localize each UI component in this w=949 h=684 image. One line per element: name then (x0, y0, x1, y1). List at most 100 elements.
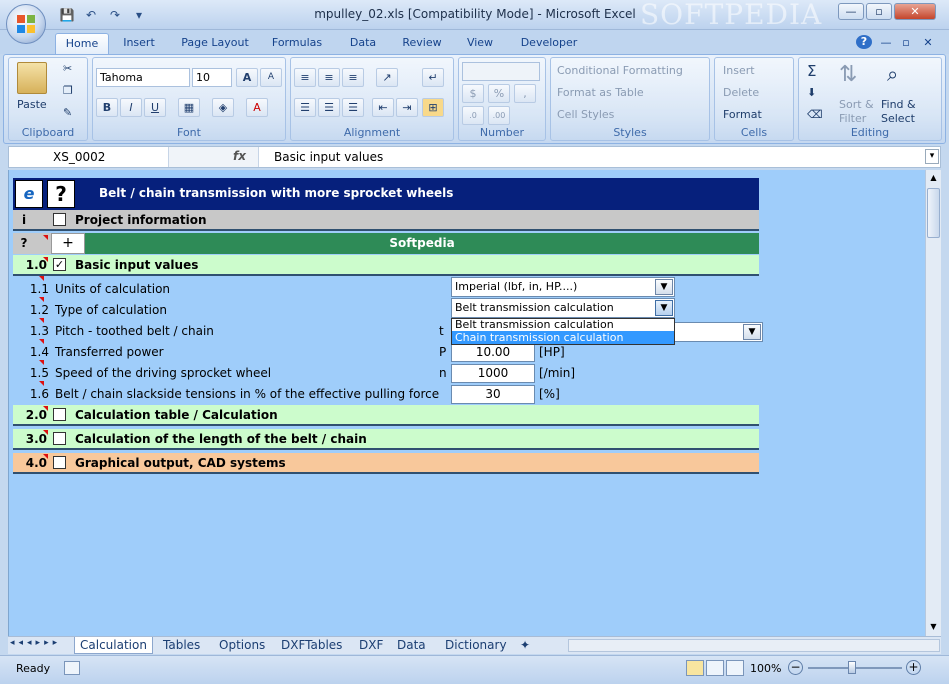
shrink-font-button[interactable]: A (260, 68, 282, 87)
scroll-up-icon[interactable]: ▲ (927, 171, 940, 185)
cut-icon[interactable]: ✂ (63, 62, 72, 75)
tab-developer[interactable]: Developer (516, 33, 582, 54)
section-length[interactable]: 3.0 Calculation of the length of the bel… (13, 429, 759, 450)
align-right-icon[interactable]: ☰ (342, 98, 364, 117)
redo-icon[interactable]: ↷ (106, 7, 124, 23)
delete-button[interactable]: Delete (723, 86, 759, 99)
comma-button[interactable]: , (514, 84, 536, 103)
grow-font-button[interactable]: A (236, 68, 258, 87)
sheet-tab-dxf[interactable]: DXF (354, 637, 388, 654)
scroll-down-icon[interactable]: ▼ (927, 620, 940, 634)
sort-filter-button[interactable]: Sort & (839, 98, 874, 111)
fill-icon[interactable]: ⬇ (807, 86, 816, 99)
type-select[interactable]: Belt transmission calculation ▼ (451, 298, 675, 318)
font-size-select[interactable]: 10 (192, 68, 232, 87)
tab-page-layout[interactable]: Page Layout (176, 33, 254, 54)
increase-indent-icon[interactable]: ⇥ (396, 98, 418, 117)
horizontal-scrollbar[interactable] (568, 639, 940, 652)
conditional-formatting-button[interactable]: Conditional Formatting (557, 64, 683, 77)
sort-filter-icon[interactable]: ⇅ (839, 62, 857, 87)
ribbon-close-button[interactable]: ✕ (920, 33, 936, 54)
undo-icon[interactable]: ↶ (82, 7, 100, 23)
font-color-icon[interactable]: A (246, 98, 268, 117)
align-middle-icon[interactable]: ≡ (318, 68, 340, 87)
autosum-icon[interactable]: Σ (807, 62, 816, 80)
sheet-tab-tables[interactable]: Tables (158, 637, 205, 654)
sheet-tab-dictionary[interactable]: Dictionary (440, 637, 512, 654)
align-top-icon[interactable]: ≡ (294, 68, 316, 87)
tab-formulas[interactable]: Formulas (266, 33, 328, 54)
project-info-checkbox[interactable] (53, 213, 66, 226)
normal-view-icon[interactable] (686, 660, 704, 676)
decrease-indent-icon[interactable]: ⇤ (372, 98, 394, 117)
save-icon[interactable]: 💾 (58, 7, 76, 23)
increase-decimal-icon[interactable]: .0 (462, 106, 484, 125)
section-checkbox[interactable] (53, 432, 66, 445)
chevron-down-icon[interactable]: ▼ (655, 279, 673, 295)
underline-button[interactable]: U (144, 98, 166, 117)
insert-sheet-icon[interactable]: ✦ (520, 638, 530, 652)
copy-icon[interactable]: ❐ (63, 84, 73, 97)
align-left-icon[interactable]: ☰ (294, 98, 316, 117)
merge-center-icon[interactable]: ⊞ (422, 98, 444, 117)
help-icon[interactable]: ? (47, 180, 75, 208)
power-input[interactable]: 10.00 (451, 343, 535, 362)
zoom-slider-thumb[interactable] (848, 661, 856, 674)
project-info-row[interactable]: i Project information (13, 210, 759, 231)
tab-view[interactable]: View (460, 33, 500, 54)
maximize-button[interactable]: ▫ (866, 3, 892, 20)
help-icon[interactable]: ? (856, 35, 872, 49)
sheet-tab-options[interactable]: Options (214, 637, 270, 654)
orientation-icon[interactable]: ↗ (376, 68, 398, 87)
bold-button[interactable]: B (96, 98, 118, 117)
vertical-scrollbar[interactable]: ▲ ▼ (925, 170, 941, 636)
font-name-select[interactable]: Tahoma (96, 68, 190, 87)
close-button[interactable]: ✕ (894, 3, 936, 20)
speed-input[interactable]: 1000 (451, 364, 535, 383)
sheet-tab-calculation[interactable]: Calculation (74, 637, 153, 654)
format-as-table-button[interactable]: Format as Table (557, 86, 644, 99)
section-calculation[interactable]: 2.0 Calculation table / Calculation (13, 405, 759, 426)
binoculars-icon[interactable]: ⌕ (887, 62, 898, 86)
worksheet[interactable]: e ? Belt / chain transmission with more … (8, 170, 925, 636)
number-format-select[interactable] (462, 62, 540, 81)
macro-record-icon[interactable] (64, 661, 80, 675)
expand-button[interactable]: + (51, 233, 85, 254)
dropdown-option-selected[interactable]: Chain transmission calculation (452, 331, 674, 344)
borders-icon[interactable]: ▦ (178, 98, 200, 117)
formula-input[interactable]: Basic input values (274, 147, 383, 167)
format-button[interactable]: Format (723, 108, 762, 121)
section-checkbox[interactable]: ✓ (53, 258, 66, 271)
scroll-thumb[interactable] (927, 188, 940, 238)
expand-formula-icon[interactable]: ▾ (925, 149, 939, 164)
page-layout-view-icon[interactable] (706, 660, 724, 676)
chevron-down-icon[interactable]: ▼ (655, 300, 673, 316)
fill-color-icon[interactable]: ◈ (212, 98, 234, 117)
slackside-tension-input[interactable]: 30 (451, 385, 535, 404)
minimize-button[interactable]: — (838, 3, 864, 20)
office-button[interactable] (6, 4, 46, 44)
qat-customize-icon[interactable]: ▾ (130, 7, 148, 23)
zoom-level[interactable]: 100% (750, 662, 781, 675)
format-painter-icon[interactable]: ✎ (63, 106, 72, 119)
align-center-icon[interactable]: ☰ (318, 98, 340, 117)
internet-explorer-icon[interactable]: e (15, 180, 43, 208)
wrap-text-icon[interactable]: ↵ (422, 68, 444, 87)
cell-styles-button[interactable]: Cell Styles (557, 108, 614, 121)
ribbon-restore-button[interactable]: ▫ (898, 33, 914, 54)
tab-review[interactable]: Review (396, 33, 448, 54)
paste-button[interactable]: Paste (17, 98, 47, 111)
units-select[interactable]: Imperial (lbf, in, HP....) ▼ (451, 277, 675, 297)
section-graphical-output[interactable]: 4.0 Graphical output, CAD systems (13, 453, 759, 474)
tab-nav-icons[interactable]: ◂◂◂▸▸▸ (10, 638, 61, 648)
sheet-tab-data[interactable]: Data (392, 637, 431, 654)
section-basic-input[interactable]: 1.0 ✓ Basic input values (13, 255, 759, 276)
dropdown-option[interactable]: Belt transmission calculation (452, 319, 674, 331)
tab-insert[interactable]: Insert (116, 33, 162, 54)
find-select-button[interactable]: Find & (881, 98, 916, 111)
tab-data[interactable]: Data (342, 33, 384, 54)
tab-home[interactable]: Home (55, 33, 109, 54)
zoom-out-icon[interactable]: − (788, 660, 803, 675)
italic-button[interactable]: I (120, 98, 142, 117)
chevron-down-icon[interactable]: ▼ (743, 324, 761, 340)
